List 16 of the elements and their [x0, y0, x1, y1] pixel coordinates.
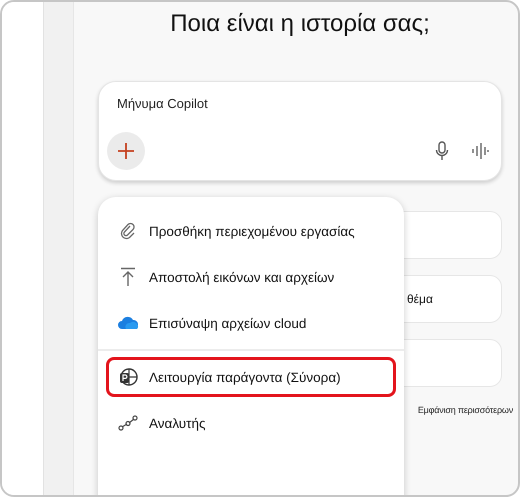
menu-item[interactable]: Αναλυτής	[106, 403, 396, 443]
menu-item[interactable]: Αποστολή εικόνων και αρχείων	[106, 257, 396, 297]
menu-item[interactable]: Προσθήκη περιεχομένου εργασίας	[106, 211, 396, 251]
show-more-link[interactable]: Εμφάνιση περισσότερων	[418, 405, 513, 415]
add-button[interactable]	[107, 132, 145, 170]
microphone-icon[interactable]	[435, 141, 449, 161]
voice-icon[interactable]	[471, 142, 489, 160]
page-heading: Ποια είναι η ιστορία σας;	[169, 10, 431, 38]
cloud-icon	[117, 316, 139, 330]
menu-item[interactable]: Λειτουργία παράγοντα (Σύνορα)	[106, 357, 396, 397]
message-input[interactable]: Μήνυμα Copilot	[107, 96, 489, 111]
agent-icon	[117, 367, 139, 387]
nodes-icon	[117, 415, 139, 431]
plus-icon	[116, 141, 136, 161]
suggestion-text: θέμα	[407, 292, 433, 306]
menu-item[interactable]: Επισύναψη αρχείων cloud	[106, 303, 396, 343]
